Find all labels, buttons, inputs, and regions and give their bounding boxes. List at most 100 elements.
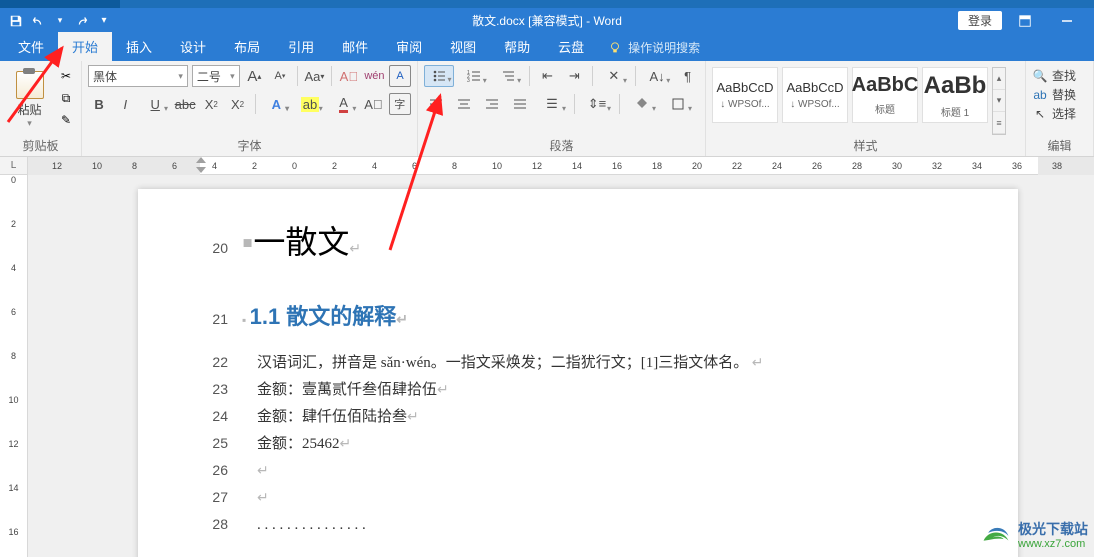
bold-icon[interactable]: B bbox=[88, 93, 110, 115]
style-card-wps2[interactable]: AaBbCcD↓ WPSOf... bbox=[782, 67, 848, 123]
line-text[interactable]: ▪一散文↵ bbox=[242, 217, 948, 263]
clear-format-icon[interactable]: A⃠ bbox=[338, 65, 360, 87]
tab-selector[interactable]: L bbox=[0, 157, 28, 174]
paste-icon[interactable] bbox=[16, 71, 44, 99]
tell-me[interactable]: 操作说明搜索 bbox=[598, 34, 710, 61]
qat-customize-icon[interactable]: ▾ bbox=[96, 13, 112, 29]
line-spacing-icon[interactable]: ⇕≡ bbox=[581, 93, 613, 115]
document-line: 25 金额：25462↵ bbox=[208, 432, 948, 453]
tab-view[interactable]: 视图 bbox=[436, 32, 490, 61]
ruler-tick: 16 bbox=[612, 161, 622, 171]
sort-icon[interactable]: A↓ bbox=[642, 65, 672, 87]
ribbon-display-icon[interactable] bbox=[1006, 10, 1044, 32]
change-case-icon[interactable]: Aa▾ bbox=[304, 65, 326, 87]
line-text[interactable]: . . . . . . . . . . . . . . . bbox=[242, 513, 948, 534]
save-icon[interactable] bbox=[8, 13, 24, 29]
styles-up-icon[interactable]: ▴ bbox=[993, 68, 1005, 90]
line-text[interactable]: 金额：肆仟伍佰陆拾叁↵ bbox=[242, 405, 948, 426]
tab-insert[interactable]: 插入 bbox=[112, 32, 166, 61]
line-text[interactable]: 汉语词汇，拼音是 sǎn·wén。一指文采焕发；二指犹行文；[1]三指文体名。 … bbox=[242, 351, 948, 372]
tab-home[interactable]: 开始 bbox=[58, 32, 112, 61]
align-left-icon[interactable] bbox=[424, 93, 448, 115]
redo-caret-icon[interactable]: ▾ bbox=[52, 13, 68, 29]
tab-cloud[interactable]: 云盘 bbox=[544, 32, 598, 61]
distributed-icon[interactable]: ☰ bbox=[536, 93, 568, 115]
strike-icon[interactable]: abc bbox=[174, 93, 196, 115]
font-family-combo[interactable]: 黑体▾ bbox=[88, 65, 188, 87]
align-right-icon[interactable] bbox=[480, 93, 504, 115]
tab-design[interactable]: 设计 bbox=[166, 32, 220, 61]
char-border-icon[interactable]: A bbox=[389, 65, 411, 87]
document-line: 28 . . . . . . . . . . . . . . . bbox=[208, 513, 948, 534]
increase-indent-icon[interactable]: ⇥ bbox=[563, 65, 586, 87]
subscript-icon[interactable]: X2 bbox=[200, 93, 222, 115]
line-text[interactable]: 金额：25462↵ bbox=[242, 432, 948, 453]
shading-icon[interactable] bbox=[626, 93, 658, 115]
paste-caret-icon[interactable]: ▾ bbox=[27, 118, 32, 129]
show-hide-icon[interactable]: ¶ bbox=[676, 65, 699, 87]
justify-icon[interactable] bbox=[508, 93, 532, 115]
borders-icon[interactable] bbox=[662, 93, 694, 115]
find-button[interactable]: 🔍查找 bbox=[1032, 67, 1076, 84]
enclose-char-icon[interactable]: 字 bbox=[389, 93, 411, 115]
asian-layout-icon[interactable]: ✕ bbox=[599, 65, 629, 87]
phonetic-guide-icon[interactable]: wén bbox=[364, 65, 386, 87]
decrease-indent-icon[interactable]: ⇤ bbox=[536, 65, 559, 87]
document-line: 20 ▪一散文↵ bbox=[208, 217, 948, 263]
group-font: 黑体▾ 二号▾ A▴ A▾ Aa▾ A⃠ wén A B I U abc X2 … bbox=[82, 61, 418, 156]
select-button[interactable]: ↖选择 bbox=[1032, 105, 1076, 122]
watermark-name: 极光下载站 bbox=[1018, 521, 1088, 538]
cut-icon[interactable]: ✂ bbox=[57, 67, 75, 85]
tab-references[interactable]: 引用 bbox=[274, 32, 328, 61]
line-number: 24 bbox=[208, 408, 242, 424]
superscript-icon[interactable]: X2 bbox=[226, 93, 248, 115]
highlight-icon[interactable]: ab bbox=[295, 93, 325, 115]
copy-icon[interactable]: ⧉ bbox=[57, 89, 75, 107]
font-color-icon[interactable]: A bbox=[329, 93, 359, 115]
minimize-icon[interactable] bbox=[1048, 10, 1086, 32]
line-text[interactable]: 金额：壹萬贰仟叁佰肆拾伍↵ bbox=[242, 378, 948, 399]
style-card-wps1[interactable]: AaBbCcD↓ WPSOf... bbox=[712, 67, 778, 123]
hanging-indent-icon[interactable] bbox=[196, 167, 206, 173]
undo-icon[interactable] bbox=[30, 13, 46, 29]
tab-help[interactable]: 帮助 bbox=[490, 32, 544, 61]
styles-down-icon[interactable]: ▾ bbox=[993, 90, 1005, 112]
paste-button[interactable]: 粘贴 bbox=[17, 101, 41, 118]
line-text[interactable]: ▪ 1.1 散文的解释↵ bbox=[242, 299, 948, 331]
ruler-horizontal[interactable]: L 12108642024681012141618202224262830323… bbox=[0, 157, 1094, 175]
line-number: 25 bbox=[208, 435, 242, 451]
ruler-vertical[interactable]: 0246810121416 bbox=[0, 175, 28, 557]
format-painter-icon[interactable]: ✎ bbox=[57, 111, 75, 129]
lightbulb-icon bbox=[608, 41, 622, 55]
multilevel-list-icon[interactable] bbox=[493, 65, 523, 87]
tab-mailings[interactable]: 邮件 bbox=[328, 32, 382, 61]
grow-font-icon[interactable]: A▴ bbox=[244, 65, 266, 87]
tab-review[interactable]: 审阅 bbox=[382, 32, 436, 61]
styles-scroll[interactable]: ▴▾≡ bbox=[992, 67, 1006, 135]
document-area[interactable]: 20 ▪一散文↵ 21 ▪ 1.1 散文的解释↵ 22 汉语词汇，拼音是 sǎn… bbox=[28, 175, 1094, 557]
tab-layout[interactable]: 布局 bbox=[220, 32, 274, 61]
style-card-title[interactable]: AaBbC标题 bbox=[852, 67, 918, 123]
numbering-icon[interactable]: 123 bbox=[458, 65, 488, 87]
align-center-icon[interactable] bbox=[452, 93, 476, 115]
style-card-h1[interactable]: AaBb标题 1 bbox=[922, 67, 988, 123]
login-button[interactable]: 登录 bbox=[958, 11, 1002, 30]
text-effects-icon[interactable]: A bbox=[262, 93, 292, 115]
group-styles-label: 样式 bbox=[712, 135, 1019, 156]
char-shading-icon[interactable]: A⃝ bbox=[362, 93, 384, 115]
underline-icon[interactable]: U bbox=[140, 93, 170, 115]
line-text[interactable]: ↵ bbox=[242, 459, 948, 480]
watermark: 极光下载站 www.xz7.com bbox=[980, 521, 1088, 551]
styles-more-icon[interactable]: ≡ bbox=[993, 112, 1005, 134]
line-text[interactable]: ↵ bbox=[242, 486, 948, 507]
document-line: 26 ↵ bbox=[208, 459, 948, 480]
tab-file[interactable]: 文件 bbox=[4, 32, 58, 61]
italic-icon[interactable]: I bbox=[114, 93, 136, 115]
ruler-tick: 10 bbox=[92, 161, 102, 171]
first-line-indent-icon[interactable] bbox=[196, 157, 206, 163]
shrink-font-icon[interactable]: A▾ bbox=[269, 65, 291, 87]
replace-button[interactable]: ab替换 bbox=[1032, 86, 1076, 103]
redo-icon[interactable] bbox=[74, 13, 90, 29]
bullets-icon[interactable] bbox=[424, 65, 454, 87]
font-size-combo[interactable]: 二号▾ bbox=[192, 65, 240, 87]
